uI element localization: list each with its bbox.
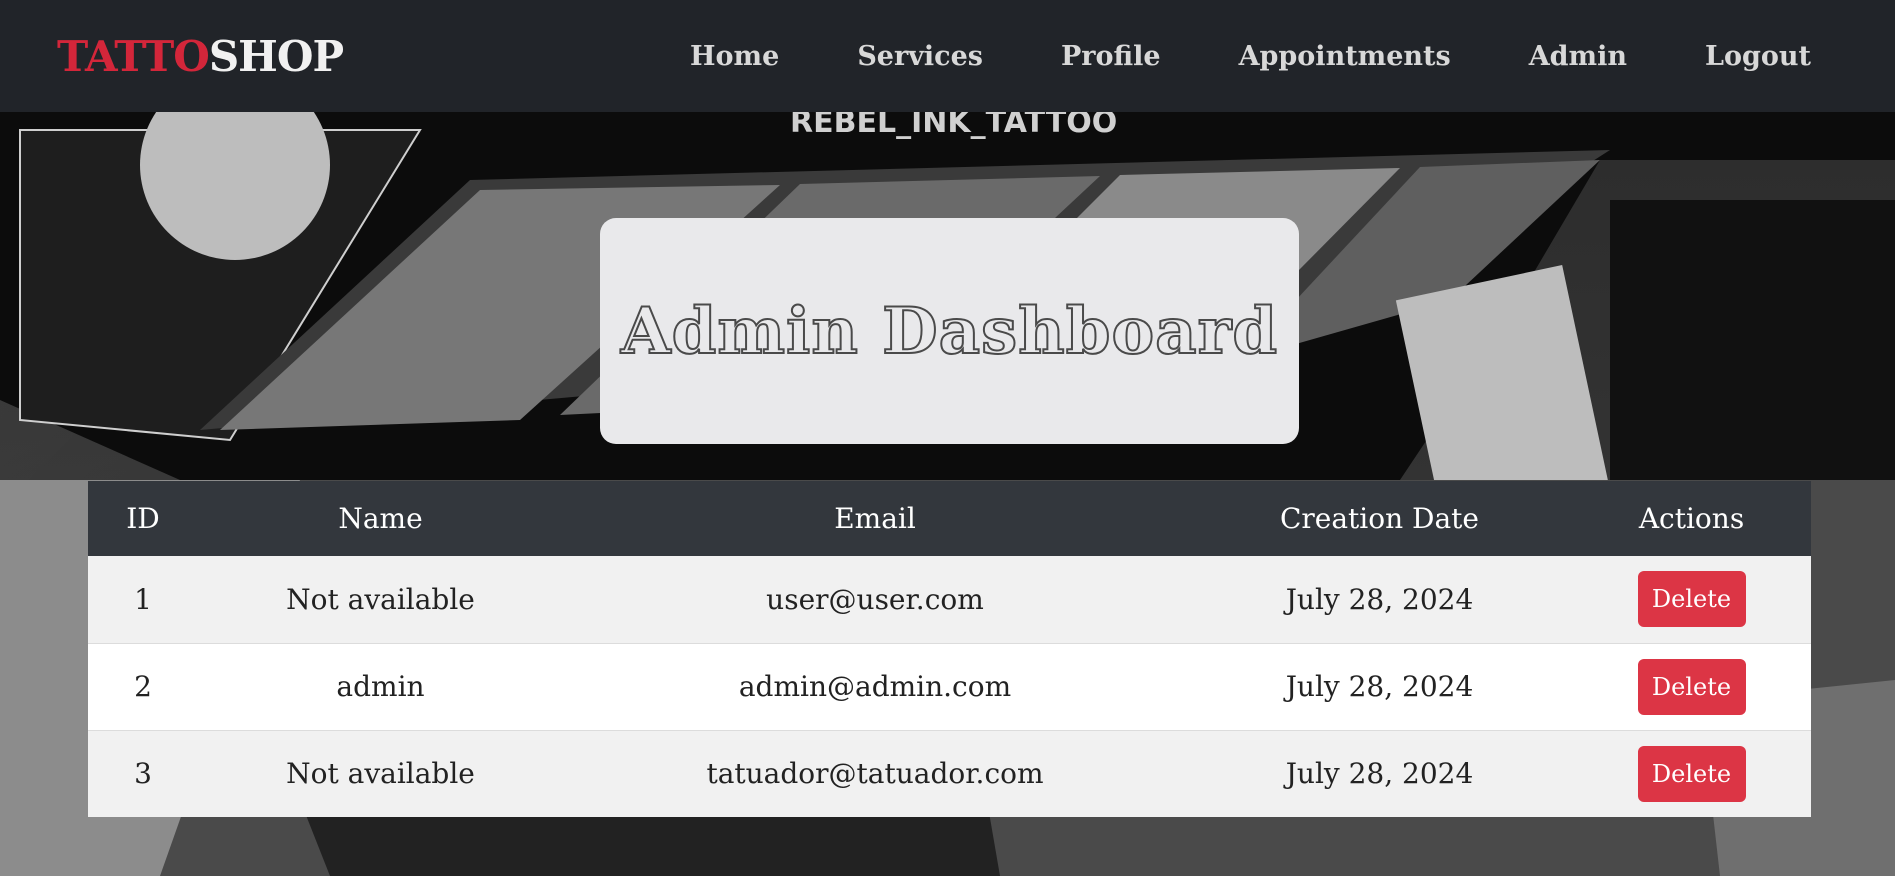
brand-part-tatto: TATTO xyxy=(57,31,210,81)
cell-actions: Delete xyxy=(1572,556,1811,643)
nav-services[interactable]: Services xyxy=(857,41,983,72)
nav-links: Home Services Profile Appointments Admin… xyxy=(690,41,1811,72)
cell-id: 2 xyxy=(88,642,198,730)
nav-profile[interactable]: Profile xyxy=(1061,41,1161,72)
table-row: 3 Not available tatuador@tatuador.com Ju… xyxy=(88,729,1811,817)
cell-name: Not available xyxy=(286,582,475,616)
table-header: ID Name Email Creation Date Actions xyxy=(88,481,1811,556)
table-row: 2 admin admin@admin.com July 28, 2024 De… xyxy=(88,642,1811,730)
cell-name: Not available xyxy=(198,729,563,817)
delete-button[interactable]: Delete xyxy=(1637,658,1746,715)
title-card: Admin Dashboard xyxy=(600,218,1299,444)
brand-part-shop: SHOP xyxy=(208,31,344,81)
table-row: 1 Not available user@user.com July 28, 2… xyxy=(88,556,1811,643)
header-name: Name xyxy=(338,502,423,535)
nav-admin[interactable]: Admin xyxy=(1529,41,1627,72)
header-email: Email xyxy=(834,502,916,535)
cell-creation-date: July 28, 2024 xyxy=(1187,642,1572,730)
cell-email: tatuador@tatuador.com xyxy=(563,729,1187,817)
brand-logo[interactable]: TATTO SHOP xyxy=(57,31,344,81)
cell-actions: Delete xyxy=(1572,729,1811,817)
navbar: TATTO SHOP Home Services Profile Appointm… xyxy=(0,0,1895,112)
page-title: Admin Dashboard xyxy=(620,293,1279,370)
cell-creation-date: July 28, 2024 xyxy=(1285,582,1474,616)
cell-email: user@user.com xyxy=(766,582,984,616)
cell-email: admin@admin.com xyxy=(563,642,1187,730)
cell-actions: Delete xyxy=(1572,642,1811,730)
table-header-row: ID Name Email Creation Date Actions xyxy=(88,481,1811,556)
header-id: ID xyxy=(126,502,160,535)
cell-id: 1 xyxy=(134,582,152,616)
header-creation-date: Creation Date xyxy=(1279,502,1480,535)
cell-creation-date: July 28, 2024 xyxy=(1187,729,1572,817)
delete-button[interactable]: Delete xyxy=(1637,571,1746,628)
cell-name: admin xyxy=(198,642,563,730)
header-actions: Actions xyxy=(1638,502,1745,535)
table-body: 1 Not available user@user.com July 28, 2… xyxy=(88,556,1811,817)
users-table: ID Name Email Creation Date Actions 1 No… xyxy=(88,481,1811,817)
delete-button[interactable]: Delete xyxy=(1637,745,1746,802)
nav-home[interactable]: Home xyxy=(690,41,779,72)
nav-appointments[interactable]: Appointments xyxy=(1239,41,1451,72)
cell-id: 3 xyxy=(88,729,198,817)
nav-logout[interactable]: Logout xyxy=(1705,41,1811,72)
